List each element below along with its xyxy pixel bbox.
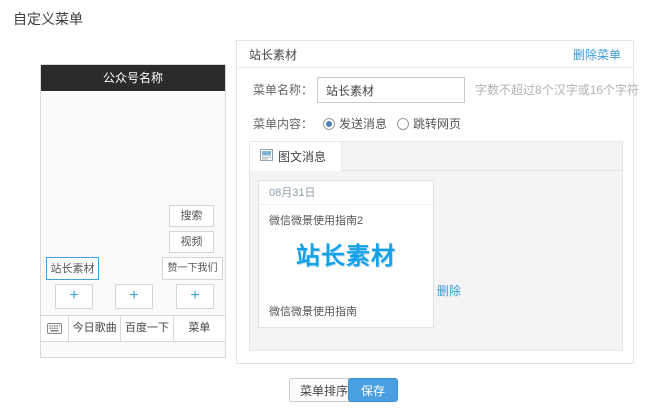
menu-item-baidu[interactable]: 百度一下 [120,316,172,341]
submenu-item-video[interactable]: 视频 [169,231,214,253]
menu-content-label: 菜单内容： [253,117,313,131]
material-date: 08月31日 [259,181,433,205]
phone-menu-bar: 今日歌曲 百度一下 菜单 [41,315,225,342]
tab-image-text-label: 图文消息 [278,148,326,165]
submenu-item-selected[interactable]: 站长素材 [46,257,99,280]
radio-send-message[interactable] [323,118,335,130]
radio-jump-page[interactable] [397,118,409,130]
phone-body: 搜索 视频 赞一下我们 站长素材 + + + [41,91,225,357]
editor-title: 站长素材 [249,46,297,63]
material-card: 08月31日 微信微景使用指南2 站长素材 微信微景使用指南 [258,180,434,328]
menu-name-label: 菜单名称： [253,83,313,97]
radio-send-message-label[interactable]: 发送消息 [339,117,387,131]
menu-item-today-song[interactable]: 今日歌曲 [68,316,120,341]
menu-name-hint: 字数不超过8个汉字或16个字符 [475,83,639,97]
save-button[interactable]: 保存 [348,378,398,402]
page-title: 自定义菜单 [13,9,83,29]
material-footer-title: 微信微景使用指南 [259,303,367,319]
menu-item-menu[interactable]: 菜单 [173,316,225,341]
delete-menu-link[interactable]: 删除菜单 [573,46,621,63]
editor-header: 站长素材 删除菜单 [237,41,633,68]
submenu-item-like-us[interactable]: 赞一下我们 [162,257,223,280]
custom-menu-page: 自定义菜单 公众号名称 搜索 视频 赞一下我们 站长素材 + + + [0,0,650,416]
material-title: 微信微景使用指南2 [259,205,433,228]
tab-image-text-message[interactable]: 图文消息 [250,142,342,171]
add-submenu-button-3[interactable]: + [176,284,214,309]
menu-name-row: 菜单名称： 字数不超过8个汉字或16个字符 [253,77,639,103]
material-content-area: 图文消息 08月31日 微信微景使用指南2 站长素材 微信微景使用指南 删除 [249,141,623,351]
chinaz-logo: 站长素材 [259,236,433,271]
add-submenu-button-1[interactable]: + [55,284,93,309]
submenu-item-search[interactable]: 搜索 [169,205,214,227]
menu-editor-panel: 站长素材 删除菜单 菜单名称：字数不超过8个汉字或16个字符 菜单内容：发送消息… [236,40,634,364]
phone-account-name: 公众号名称 [41,65,225,91]
keyboard-icon [41,316,68,341]
menu-content-row: 菜单内容： 发送消息 跳转网页 [253,117,461,131]
phone-preview: 公众号名称 搜索 视频 赞一下我们 站长素材 + + + [40,64,226,358]
delete-material-link[interactable]: 删除 [437,282,461,299]
menu-name-input[interactable] [317,77,465,103]
radio-jump-page-label[interactable]: 跳转网页 [413,117,461,131]
image-text-icon [260,149,273,164]
add-submenu-button-2[interactable]: + [115,284,153,309]
